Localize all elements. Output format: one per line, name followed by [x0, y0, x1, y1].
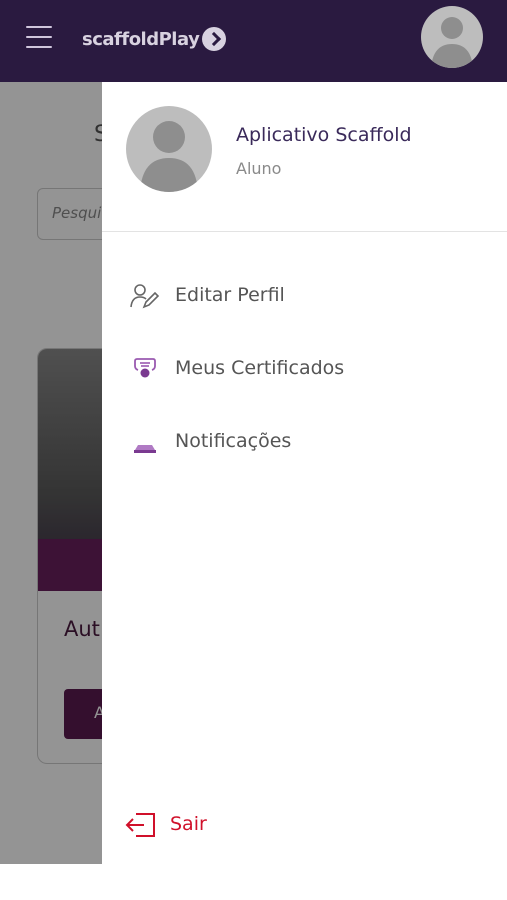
- logo-text: scaffoldPlay: [82, 28, 200, 50]
- edit-profile-icon: [130, 283, 160, 309]
- menu-item-edit-profile[interactable]: Editar Perfil: [102, 271, 507, 321]
- user-role: Aluno: [236, 159, 282, 178]
- user-name: Aplicativo Scaffold: [236, 124, 412, 146]
- logo-arrow-icon: [202, 27, 227, 51]
- notification-icon: [130, 429, 160, 455]
- app-logo: scaffoldPlay: [82, 25, 227, 53]
- menu-label-notifications: Notificações: [175, 430, 292, 452]
- navigation-drawer: Aplicativo Scaffold Aluno Editar Perfil …: [102, 82, 507, 864]
- logout-label: Sair: [170, 813, 207, 835]
- drawer-header: Aplicativo Scaffold Aluno: [102, 82, 507, 232]
- certificate-icon: [130, 356, 160, 382]
- logout-icon: [124, 811, 158, 839]
- menu-item-certificates[interactable]: Meus Certificados: [102, 344, 507, 394]
- logout-button[interactable]: Sair: [124, 807, 244, 843]
- hamburger-menu-icon[interactable]: [26, 26, 52, 48]
- menu-label-certificates: Meus Certificados: [175, 357, 345, 379]
- user-avatar-icon[interactable]: [421, 6, 483, 68]
- menu-label-edit-profile: Editar Perfil: [175, 284, 285, 306]
- profile-avatar-icon: [126, 106, 212, 192]
- app-bar: scaffoldPlay: [0, 0, 507, 82]
- menu-item-notifications[interactable]: Notificações: [102, 417, 507, 467]
